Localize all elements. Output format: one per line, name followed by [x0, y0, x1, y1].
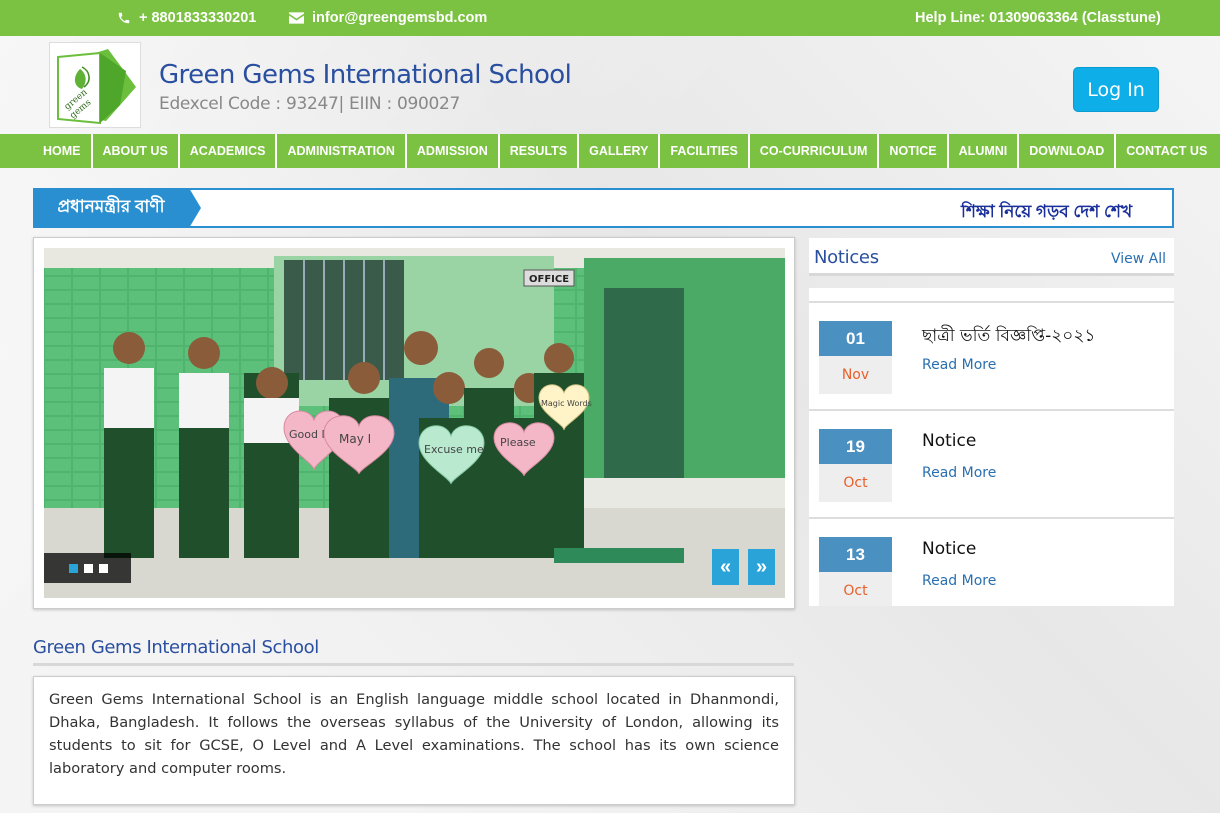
- nav-facilities[interactable]: FACILITIES: [660, 134, 750, 168]
- read-more-link[interactable]: Read More: [922, 465, 996, 481]
- slider-next-button[interactable]: »: [748, 549, 775, 585]
- nav-contact-us[interactable]: CONTACT US: [1116, 134, 1217, 168]
- envelope-icon: [289, 12, 304, 24]
- main-nav: HOME ABOUT US ACADEMICS ADMINISTRATION A…: [0, 134, 1220, 168]
- ticker-arrow-icon: [189, 188, 201, 228]
- news-ticker: প্রধানমন্ত্রীর বাণী শিক্ষা নিয়ে গড়ব দে…: [33, 188, 1174, 228]
- notice-list: 01 Nov ছাত্রী ভর্তি বিজ্ঞপ্তি-২০২১ Read …: [809, 288, 1174, 606]
- email-address: infor@greengemsbd.com: [312, 10, 488, 26]
- nav-administration[interactable]: ADMINISTRATION: [277, 134, 407, 168]
- notice-month: Oct: [819, 464, 892, 502]
- view-all-link[interactable]: View All: [1111, 251, 1166, 267]
- notice-item[interactable]: 01 Nov ছাত্রী ভর্তি বিজ্ঞপ্তি-২০২১ Read …: [809, 301, 1174, 409]
- read-more-link[interactable]: Read More: [922, 357, 996, 373]
- image-slider: OFFICE Good Morning May I Excuse me: [33, 237, 795, 609]
- nav-download[interactable]: DOWNLOAD: [1019, 134, 1117, 168]
- notice-item[interactable]: 13 Oct Notice Read More: [809, 517, 1174, 606]
- read-more-link[interactable]: Read More: [922, 573, 996, 589]
- phone-contact[interactable]: + 8801833330201: [117, 0, 256, 36]
- helpline-text: Help Line: 01309063364 (Classtune): [915, 10, 1161, 26]
- helpline: Help Line: 01309063364 (Classtune): [915, 0, 1161, 36]
- slider-dot-3[interactable]: [99, 563, 108, 573]
- site-header: green gems Green Gems International Scho…: [0, 36, 1220, 134]
- notice-title[interactable]: Notice: [922, 431, 976, 451]
- nav-about-us[interactable]: ABOUT US: [93, 134, 180, 168]
- nav-admission[interactable]: ADMISSION: [407, 134, 500, 168]
- slider-dot-1[interactable]: [69, 563, 78, 573]
- about-title: Green Gems International School: [33, 637, 319, 658]
- top-contact-bar: + 8801833330201 infor@greengemsbd.com He…: [0, 0, 1220, 36]
- notice-title[interactable]: Notice: [922, 539, 976, 559]
- nav-co-curriculum[interactable]: CO-CURRICULUM: [750, 134, 880, 168]
- nav-results[interactable]: RESULTS: [500, 134, 580, 168]
- login-button[interactable]: Log In: [1073, 67, 1159, 112]
- school-logo[interactable]: green gems: [49, 42, 141, 128]
- sign-please: Please: [500, 436, 536, 449]
- phone-icon: [118, 12, 130, 24]
- office-sign: OFFICE: [529, 274, 569, 285]
- notices-title: Notices: [814, 247, 879, 268]
- nav-alumni[interactable]: ALUMNI: [949, 134, 1020, 168]
- notice-item[interactable]: 19 Oct Notice Read More: [809, 409, 1174, 517]
- notices-header: Notices View All: [809, 238, 1174, 276]
- school-logo-image: green gems: [57, 49, 136, 125]
- school-name: Green Gems International School: [159, 60, 572, 90]
- sign-may-i: May I: [339, 432, 371, 446]
- slider-dot-2[interactable]: [84, 563, 93, 573]
- nav-gallery[interactable]: GALLERY: [579, 134, 661, 168]
- about-text: Green Gems International School is an En…: [33, 676, 795, 805]
- slider-pagination: [44, 553, 131, 583]
- nav-notice[interactable]: NOTICE: [879, 134, 949, 168]
- notice-month: Nov: [819, 356, 892, 394]
- about-divider: [33, 663, 794, 666]
- notice-title[interactable]: ছাত্রী ভর্তি বিজ্ঞপ্তি-২০২১: [922, 323, 1095, 351]
- email-contact[interactable]: infor@greengemsbd.com: [289, 0, 487, 36]
- slider-prev-button[interactable]: «: [712, 549, 739, 585]
- notice-day: 13: [819, 537, 892, 572]
- students-photo: OFFICE Good Morning May I Excuse me: [44, 248, 785, 598]
- ticker-text[interactable]: শিক্ষা নিয়ে গড়ব দেশ শেখ: [961, 199, 1132, 227]
- nav-academics[interactable]: ACADEMICS: [180, 134, 278, 168]
- school-code: Edexcel Code : 93247| EIIN : 090027: [159, 94, 461, 114]
- ticker-label: প্রধানমন্ত্রীর বাণী: [33, 188, 189, 228]
- slide-image: OFFICE Good Morning May I Excuse me: [44, 248, 785, 598]
- notice-day: 19: [819, 429, 892, 464]
- nav-home[interactable]: HOME: [33, 134, 93, 168]
- sign-excuse-me: Excuse me: [424, 443, 484, 456]
- notice-day: 01: [819, 321, 892, 356]
- sign-magic-words: Magic Words: [541, 399, 592, 408]
- phone-number: + 8801833330201: [139, 10, 257, 26]
- notice-month: Oct: [819, 572, 892, 606]
